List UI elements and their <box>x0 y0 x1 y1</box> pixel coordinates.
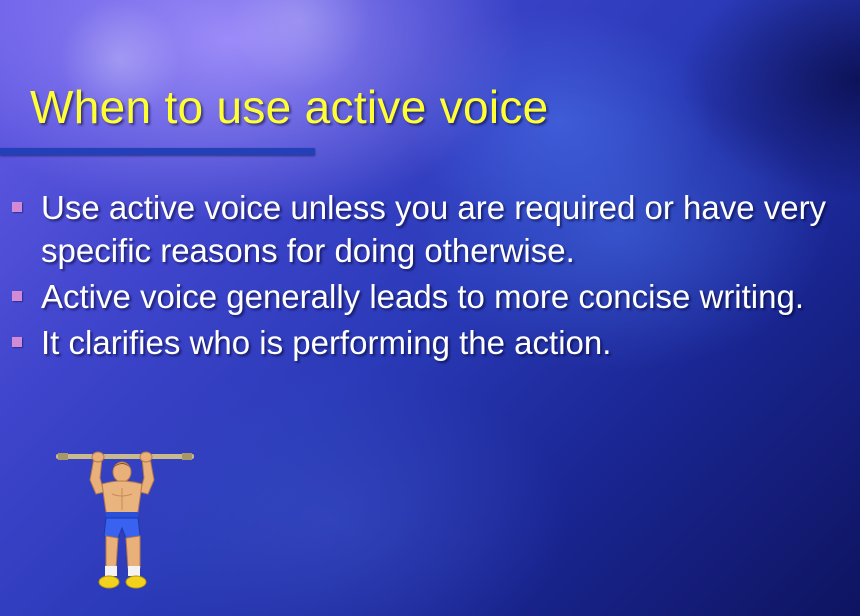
bullet-text: Active voice generally leads to more con… <box>41 278 805 315</box>
title-underline <box>0 148 315 155</box>
slide-title: When to use active voice <box>30 81 549 133</box>
bullet-item: Use active voice unless you are required… <box>10 186 850 272</box>
bullet-text: It clarifies who is performing the actio… <box>41 324 612 361</box>
bullet-item: It clarifies who is performing the actio… <box>10 321 850 364</box>
weightlifter-icon <box>56 450 196 596</box>
bullet-text: Use active voice unless you are required… <box>41 189 827 269</box>
slide: When to use active voice Use active voic… <box>0 0 860 616</box>
bullet-square-icon <box>12 202 22 212</box>
bullet-square-icon <box>12 337 22 347</box>
bullet-square-icon <box>12 291 22 301</box>
bullet-item: Active voice generally leads to more con… <box>10 275 850 318</box>
bullet-list: Use active voice unless you are required… <box>10 186 850 367</box>
